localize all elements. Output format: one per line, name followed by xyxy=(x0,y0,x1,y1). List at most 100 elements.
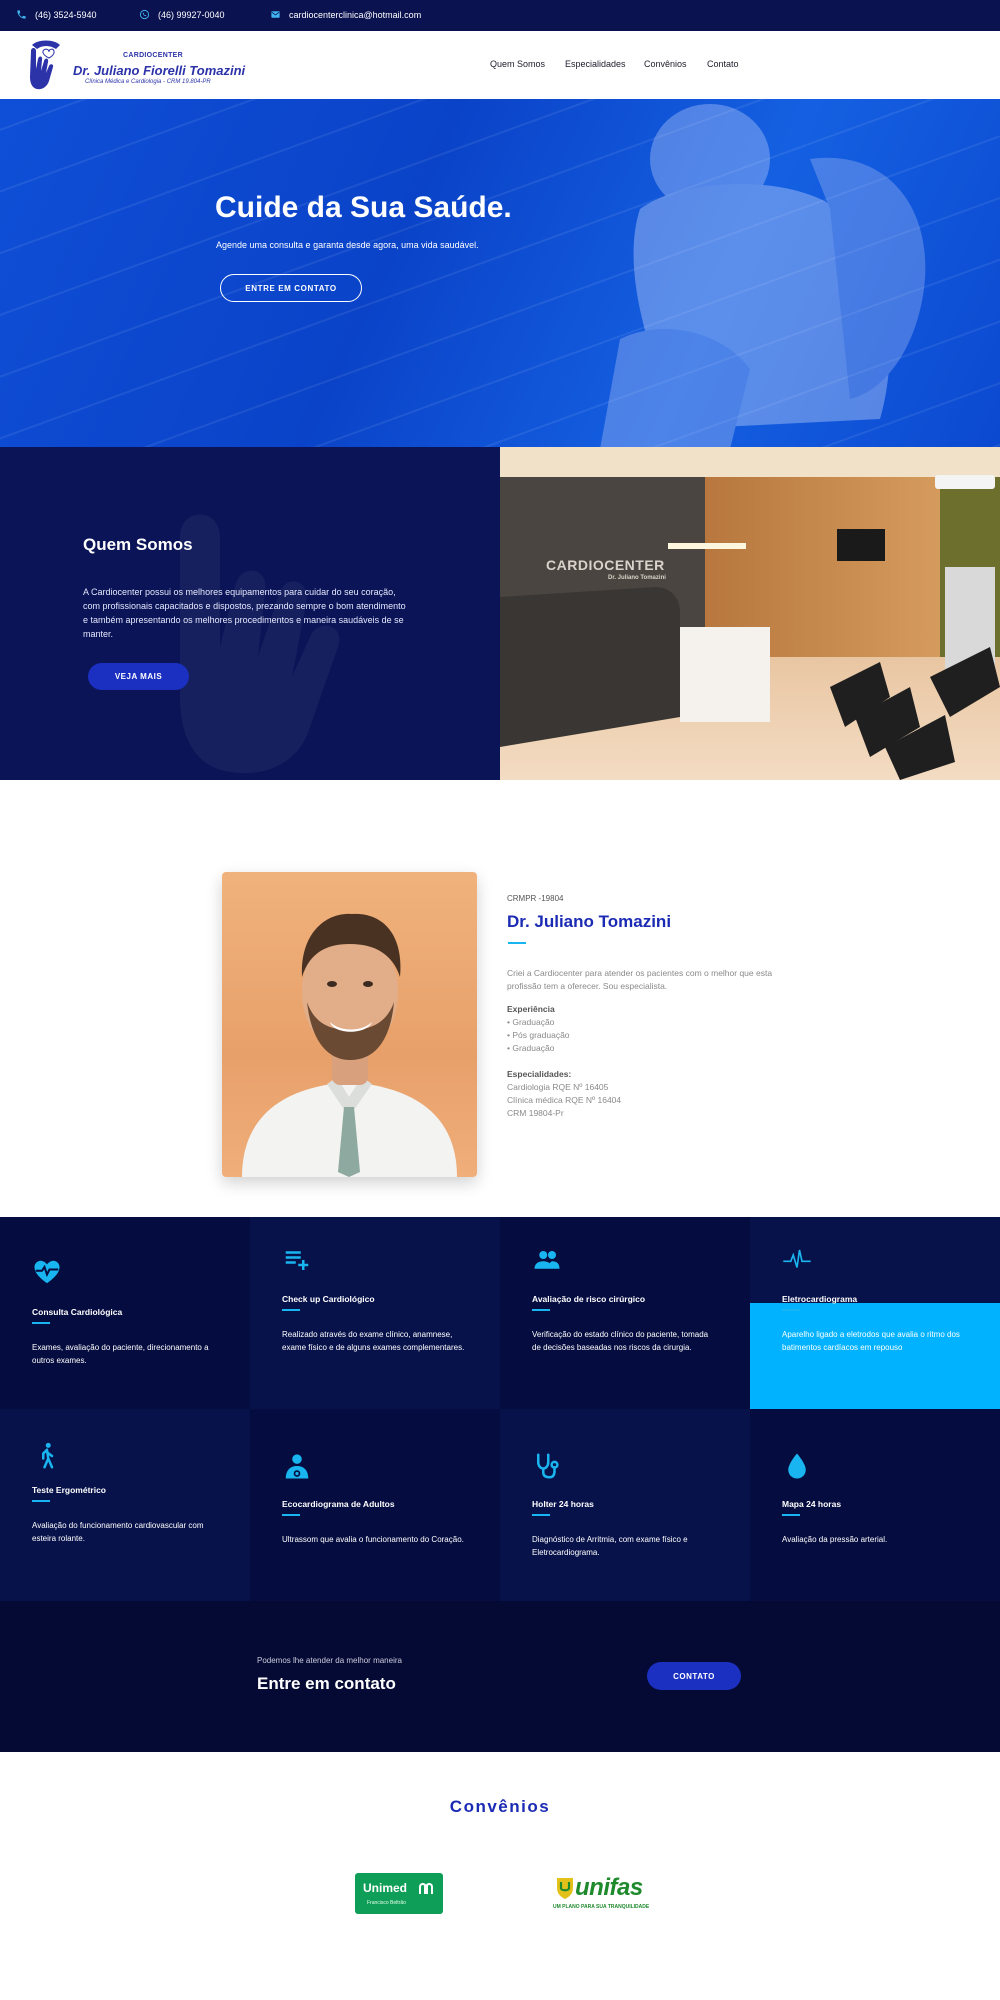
service-description: Avaliação da pressão arterial. xyxy=(782,1535,888,1544)
unimed-logo-subtitle: Francisco Beltrão xyxy=(367,1900,406,1906)
main-nav: Quem Somos Especialidades Convênios Cont… xyxy=(0,59,1000,73)
experience-item: • Graduação xyxy=(507,1017,555,1027)
contact-cta-section: Podemos lhe atender da melhor maneira En… xyxy=(0,1601,1000,1752)
service-card-checkup[interactable]: Check up Cardiológico Realizado através … xyxy=(250,1217,500,1409)
service-description: Realizado através do exame clínico, anam… xyxy=(282,1330,465,1352)
unimed-logo-text: Unimed xyxy=(363,1881,408,1895)
nav-convenios[interactable]: Convênios xyxy=(644,59,687,69)
blood-drop-icon xyxy=(788,1453,806,1479)
service-title: Teste Ergométrico xyxy=(32,1485,107,1495)
service-underline xyxy=(532,1309,550,1311)
unifas-logo-text: unifas xyxy=(575,1874,643,1901)
service-card-risco[interactable]: Avaliação de risco cirúrgico Verificação… xyxy=(500,1217,750,1409)
phone-icon xyxy=(17,10,26,19)
doctor-bio: Criei a Cardiocenter para atender os pac… xyxy=(507,967,797,1120)
clinic-sign: CARDIOCENTER xyxy=(546,557,665,573)
about-text: A Cardiocenter possui os melhores equipa… xyxy=(83,587,406,639)
service-card-mapa[interactable]: Mapa 24 horas Avaliação da pressão arter… xyxy=(750,1409,1000,1601)
service-card-eletro[interactable]: Eletrocardiograma Aparelho ligado a elet… xyxy=(750,1217,1000,1409)
service-description: Verificação do estado clínico do pacient… xyxy=(532,1330,709,1352)
about-title: Quem Somos xyxy=(83,535,193,554)
hero-contact-button[interactable]: ENTRE EM CONTATO xyxy=(220,274,362,302)
contact-subtitle: Podemos lhe atender da melhor maneira xyxy=(257,1656,402,1665)
service-title: Check up Cardiológico xyxy=(282,1294,375,1304)
service-underline xyxy=(282,1514,300,1516)
convenios-title: Convênios xyxy=(449,1797,551,1816)
hero-background-person-image xyxy=(600,104,926,447)
stethoscope-icon xyxy=(537,1453,559,1479)
unifas-shield-icon xyxy=(557,1878,573,1899)
service-description: Aparelho ligado a eletrodos que avalia o… xyxy=(782,1330,960,1352)
clinic-interior-illustration xyxy=(500,447,1000,780)
service-underline xyxy=(782,1309,800,1311)
email-icon xyxy=(271,11,280,18)
service-title: Ecocardiograma de Adultos xyxy=(282,1499,395,1509)
service-underline xyxy=(32,1322,50,1324)
heart-pulse-icon xyxy=(34,1260,60,1284)
service-title: Consulta Cardiológica xyxy=(32,1307,123,1317)
service-underline xyxy=(532,1514,550,1516)
doctor-name: Dr. Juliano Tomazini xyxy=(507,912,672,931)
service-underline xyxy=(32,1500,50,1502)
whatsapp-contact[interactable]: (46) 99927-0040 xyxy=(139,9,225,20)
about-section: Quem Somos A Cardiocenter possui os melh… xyxy=(0,447,500,780)
clinic-reception-photo: CARDIOCENTER Dr. Juliano Tomazini xyxy=(500,447,1000,780)
service-title: Mapa 24 horas xyxy=(782,1499,842,1509)
logo-brand: CARDIOCENTER xyxy=(123,52,183,59)
nav-especialidades[interactable]: Especialidades xyxy=(565,59,626,69)
service-description: Ultrassom que avalia o funcionamento do … xyxy=(282,1535,464,1544)
service-description: Avaliação do funcionamento cardiovascula… xyxy=(32,1521,204,1543)
service-underline xyxy=(782,1514,800,1516)
experience-item: • Graduação xyxy=(507,1043,555,1053)
specialty-item: Clínica médica RQE Nº 16404 xyxy=(507,1095,622,1105)
service-card-holter[interactable]: Holter 24 horas Diagnóstico de Arritmia,… xyxy=(500,1409,750,1601)
playlist-add-icon xyxy=(285,1251,309,1270)
unifas-logo[interactable]: unifas UM PLANO PARA SUA TRANQUILIDADE xyxy=(553,1874,649,1914)
contact-title: Entre em contato xyxy=(257,1674,396,1693)
clinic-sign-subtitle: Dr. Juliano Tomazini xyxy=(608,575,666,581)
top-contact-bar: (46) 3524-5940 (46) 99927-0040 cardiocen… xyxy=(0,0,1000,31)
unimed-tree-icon xyxy=(419,1882,433,1894)
doctor-crm: CRMPR -19804 xyxy=(507,894,564,903)
doctor-portrait-illustration xyxy=(242,913,457,1177)
service-card-eco[interactable]: Ecocardiograma de Adultos Ultrassom que … xyxy=(250,1409,500,1601)
nav-quem-somos[interactable]: Quem Somos xyxy=(490,59,545,69)
doctor-title-underline xyxy=(508,942,526,944)
site-header: CARDIOCENTER Dr. Juliano Fiorelli Tomazi… xyxy=(0,31,1000,99)
phone-number: (46) 3524-5940 xyxy=(35,9,97,20)
walking-person-icon xyxy=(42,1442,54,1469)
doctor-portrait xyxy=(222,872,477,1177)
specialty-item: CRM 19804-Pr xyxy=(507,1108,564,1118)
service-card-consulta[interactable]: Consulta Cardiológica Exames, avaliação … xyxy=(0,1217,250,1409)
ecg-line-icon xyxy=(783,1249,811,1268)
phone-contact[interactable]: (46) 3524-5940 xyxy=(16,9,97,20)
whatsapp-icon xyxy=(139,9,150,20)
specialty-item: Cardiologia RQE Nº 16405 xyxy=(507,1082,609,1092)
service-underline xyxy=(282,1309,300,1311)
whatsapp-number: (46) 99927-0040 xyxy=(158,9,225,20)
logo-tagline: Clínica Médica e Cardiologia - CRM 19.80… xyxy=(85,79,211,85)
people-icon xyxy=(534,1251,560,1269)
hero-title: Cuide da Sua Saúde. xyxy=(215,191,512,224)
experience-title: Experiência xyxy=(507,1004,555,1014)
service-description: Exames, avaliação do paciente, direciona… xyxy=(32,1343,209,1365)
about-more-button[interactable]: VEJA MAIS xyxy=(88,663,189,690)
hero-banner: Cuide da Sua Saúde. Agende uma consulta … xyxy=(0,99,1000,447)
unimed-logo[interactable]: Unimed Francisco Beltrão xyxy=(355,1873,443,1914)
hero-subtitle: Agende uma consulta e garanta desde agor… xyxy=(216,240,479,250)
specialties-title: Especialidades: xyxy=(507,1069,572,1079)
service-title: Holter 24 horas xyxy=(532,1499,594,1509)
service-card-highlight xyxy=(750,1303,1000,1409)
service-title: Eletrocardiograma xyxy=(782,1294,858,1304)
nav-contato[interactable]: Contato xyxy=(707,59,739,69)
experience-item: • Pós graduação xyxy=(507,1030,570,1040)
doctor-icon xyxy=(285,1454,309,1479)
service-title: Avaliação de risco cirúrgico xyxy=(532,1294,646,1304)
doctor-intro: Criei a Cardiocenter para atender os pac… xyxy=(507,968,773,991)
email-contact[interactable]: cardiocenterclinica@hotmail.com xyxy=(270,9,421,20)
service-description: Diagnóstico de Arritmia, com exame físic… xyxy=(532,1535,688,1557)
service-card-ergometrico[interactable]: Teste Ergométrico Avaliação do funcionam… xyxy=(0,1409,250,1601)
contact-button[interactable]: CONTATO xyxy=(647,1662,741,1690)
unifas-logo-subtitle: UM PLANO PARA SUA TRANQUILIDADE xyxy=(553,1904,650,1910)
email-address: cardiocenterclinica@hotmail.com xyxy=(289,9,422,20)
